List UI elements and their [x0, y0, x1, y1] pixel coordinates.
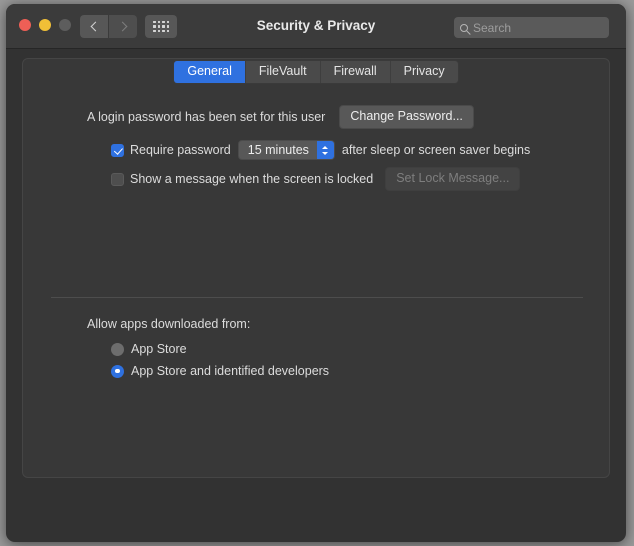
window-titlebar: Security & Privacy Search: [6, 4, 626, 49]
tab-bar: General FileVault Firewall Privacy: [6, 60, 626, 84]
allow-apps-heading-row: Allow apps downloaded from:: [87, 317, 250, 331]
lock-message-row: Show a message when the screen is locked…: [111, 167, 521, 191]
search-placeholder: Search: [473, 20, 512, 35]
allow-apps-option-identified-developers[interactable]: App Store and identified developers: [111, 364, 329, 378]
stepper-chevrons-icon[interactable]: [316, 141, 334, 159]
login-password-row: A login password has been set for this u…: [87, 105, 474, 129]
allow-apps-option-app-store[interactable]: App Store: [111, 342, 187, 356]
search-field[interactable]: Search: [454, 17, 609, 38]
preferences-panel: A login password has been set for this u…: [22, 58, 610, 478]
login-password-status: A login password has been set for this u…: [87, 110, 326, 124]
allow-apps-heading: Allow apps downloaded from:: [87, 317, 251, 331]
radio-app-store-identified-developers[interactable]: [111, 364, 124, 378]
section-divider: [51, 297, 583, 298]
radio-app-store[interactable]: [111, 342, 124, 356]
require-password-suffix-label: after sleep or screen saver begins: [341, 143, 531, 157]
tab-filevault[interactable]: FileVault: [246, 61, 321, 83]
change-password-button[interactable]: Change Password...: [339, 105, 474, 129]
tab-general[interactable]: General: [174, 61, 246, 83]
security-privacy-window: Security & Privacy Search A login passwo…: [6, 4, 626, 542]
window-footer: Click the lock to prevent further change…: [6, 482, 626, 542]
tab-privacy[interactable]: Privacy: [391, 61, 458, 83]
show-lock-message-label: Show a message when the screen is locked: [130, 172, 374, 186]
require-password-delay-value: 15 minutes: [247, 143, 309, 157]
tab-firewall[interactable]: Firewall: [321, 61, 391, 83]
set-lock-message-button[interactable]: Set Lock Message...: [385, 167, 521, 191]
search-icon: [460, 23, 468, 32]
require-password-label: Require password: [130, 143, 231, 157]
radio-app-store-label: App Store: [131, 342, 187, 356]
require-password-row: Require password 15 minutes after sleep …: [111, 140, 530, 160]
require-password-delay-select[interactable]: 15 minutes: [237, 140, 335, 160]
show-lock-message-checkbox[interactable]: [111, 172, 124, 186]
require-password-checkbox[interactable]: [111, 143, 124, 157]
radio-identified-developers-label: App Store and identified developers: [131, 364, 330, 378]
